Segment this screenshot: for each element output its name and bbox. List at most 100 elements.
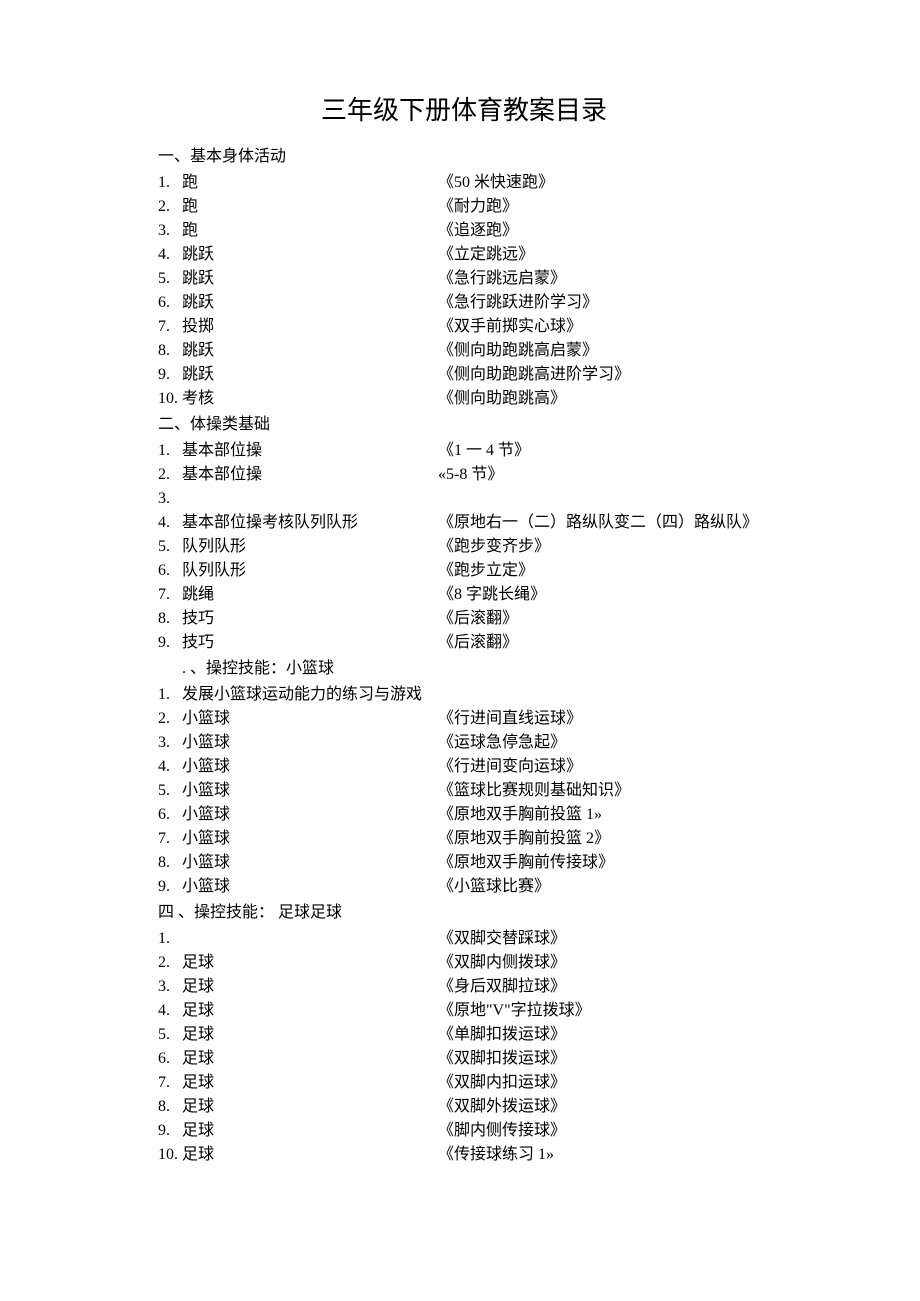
item-number: 5. xyxy=(158,1023,182,1047)
item-label: 考核 xyxy=(182,387,438,411)
item-label: 足球 xyxy=(182,951,438,975)
toc-left: 7.投掷 xyxy=(158,315,438,339)
item-label: 队列队形 xyxy=(182,559,438,583)
toc-row: 2.跑《耐力跑》 xyxy=(158,195,770,219)
item-label: 技巧 xyxy=(182,631,438,655)
item-label: 足球 xyxy=(182,1023,438,1047)
item-desc: 《原地双手胸前传接球》 xyxy=(438,851,770,875)
toc-left: 9.跳跃 xyxy=(158,363,438,387)
toc-row: 10.足球《传接球练习 1» xyxy=(158,1143,770,1167)
item-desc: 《50 米快速跑》 xyxy=(438,171,770,195)
section-heading: 四 、操控技能： 足球足球 xyxy=(158,901,770,925)
toc-left: 6.队列队形 xyxy=(158,559,438,583)
toc-content: 一、基本身体活动1.跑《50 米快速跑》2.跑《耐力跑》3.跑《追逐跑》4.跳跃… xyxy=(158,145,770,1167)
item-number: 8. xyxy=(158,607,182,631)
toc-row: 3.跑《追逐跑》 xyxy=(158,219,770,243)
item-desc: 《耐力跑》 xyxy=(438,195,770,219)
item-number: 7. xyxy=(158,1071,182,1095)
item-label: 小篮球 xyxy=(182,779,438,803)
item-desc: 《单脚扣拨运球》 xyxy=(438,1023,770,1047)
item-desc: 《侧向助跑跳高启蒙》 xyxy=(438,339,770,363)
toc-row: 7.投掷《双手前掷实心球》 xyxy=(158,315,770,339)
item-number: 5. xyxy=(158,535,182,559)
item-number: 2. xyxy=(158,707,182,731)
toc-left: 3.小篮球 xyxy=(158,731,438,755)
item-number: 1. xyxy=(158,439,182,463)
item-desc: 《原地"V"字拉拨球》 xyxy=(438,999,770,1023)
item-label: 小篮球 xyxy=(182,707,438,731)
toc-left: 10.足球 xyxy=(158,1143,438,1167)
toc-row: 1.跑《50 米快速跑》 xyxy=(158,171,770,195)
item-desc: 《双脚内扣运球》 xyxy=(438,1071,770,1095)
item-number: 7. xyxy=(158,315,182,339)
toc-row: 7.小篮球《原地双手胸前投篮 2》 xyxy=(158,827,770,851)
item-number: 9. xyxy=(158,363,182,387)
item-label: 技巧 xyxy=(182,607,438,631)
toc-left: 2.跑 xyxy=(158,195,438,219)
item-desc: 《双手前掷实心球》 xyxy=(438,315,770,339)
item-label: 跳跃 xyxy=(182,243,438,267)
item-label: 足球 xyxy=(182,1071,438,1095)
toc-left: 4.基本部位操考核队列队形 xyxy=(158,511,438,535)
toc-left: 3.跑 xyxy=(158,219,438,243)
toc-row: 9.足球《脚内侧传接球》 xyxy=(158,1119,770,1143)
item-label: 跳跃 xyxy=(182,291,438,315)
toc-left: 2.基本部位操 xyxy=(158,463,438,487)
item-label: 跑 xyxy=(182,195,438,219)
toc-row: 8.跳跃《侧向助跑跳高启蒙》 xyxy=(158,339,770,363)
item-number: 4. xyxy=(158,999,182,1023)
toc-row: 8.技巧《后滚翻》 xyxy=(158,607,770,631)
item-desc: 《侧向助跑跳高》 xyxy=(438,387,770,411)
item-label: 基本部位操 xyxy=(182,439,438,463)
toc-row: 5.跳跃《急行跳远启蒙》 xyxy=(158,267,770,291)
toc-left: 7.跳绳 xyxy=(158,583,438,607)
toc-row: 4.跳跃《立定跳远》 xyxy=(158,243,770,267)
toc-left: 6.足球 xyxy=(158,1047,438,1071)
item-desc: 《原地右一（二）路纵队变二（四）路纵队》 xyxy=(438,511,770,535)
item-label: 发展小篮球运动能力的练习与游戏 xyxy=(182,683,438,707)
toc-row: 6.队列队形《跑步立定》 xyxy=(158,559,770,583)
toc-left: 9.足球 xyxy=(158,1119,438,1143)
toc-left: 4.足球 xyxy=(158,999,438,1023)
item-number: 7. xyxy=(158,583,182,607)
toc-left: 10.考核 xyxy=(158,387,438,411)
item-label: 跳绳 xyxy=(182,583,438,607)
section-heading: . 、操控技能：小篮球 xyxy=(158,657,770,681)
toc-left: 8.小篮球 xyxy=(158,851,438,875)
item-label: 跑 xyxy=(182,219,438,243)
item-number: 10. xyxy=(158,387,182,411)
toc-left: 5.跳跃 xyxy=(158,267,438,291)
toc-left: 4.跳跃 xyxy=(158,243,438,267)
item-label xyxy=(182,487,438,511)
item-number: 4. xyxy=(158,755,182,779)
toc-row: 2.基本部位操«5-8 节》 xyxy=(158,463,770,487)
item-desc: 《追逐跑》 xyxy=(438,219,770,243)
item-label: 足球 xyxy=(182,1095,438,1119)
item-number: 3. xyxy=(158,975,182,999)
toc-row: 3.小篮球《运球急停急起》 xyxy=(158,731,770,755)
item-desc: 《行进间直线运球》 xyxy=(438,707,770,731)
item-label: 小篮球 xyxy=(182,755,438,779)
item-desc: 《急行跳跃进阶学习》 xyxy=(438,291,770,315)
item-number: 3. xyxy=(158,219,182,243)
item-desc: 《双脚扣拨运球》 xyxy=(438,1047,770,1071)
item-number: 5. xyxy=(158,267,182,291)
item-number: 1. xyxy=(158,683,182,707)
item-label: 跳跃 xyxy=(182,339,438,363)
item-number: 6. xyxy=(158,1047,182,1071)
toc-left: 1. xyxy=(158,927,438,951)
toc-row: 2.小篮球《行进间直线运球》 xyxy=(158,707,770,731)
item-label: 小篮球 xyxy=(182,875,438,899)
item-desc: 《急行跳远启蒙》 xyxy=(438,267,770,291)
item-label: 队列队形 xyxy=(182,535,438,559)
toc-left: 9.小篮球 xyxy=(158,875,438,899)
toc-left: 8.跳跃 xyxy=(158,339,438,363)
item-label: 小篮球 xyxy=(182,731,438,755)
item-number: 7. xyxy=(158,827,182,851)
toc-row: 9.小篮球《小篮球比赛》 xyxy=(158,875,770,899)
item-number: 1. xyxy=(158,927,182,951)
item-label: 足球 xyxy=(182,1143,438,1167)
toc-row: 1.基本部位操《1 一 4 节》 xyxy=(158,439,770,463)
toc-row: 6.小篮球《原地双手胸前投篮 1» xyxy=(158,803,770,827)
item-number: 6. xyxy=(158,559,182,583)
